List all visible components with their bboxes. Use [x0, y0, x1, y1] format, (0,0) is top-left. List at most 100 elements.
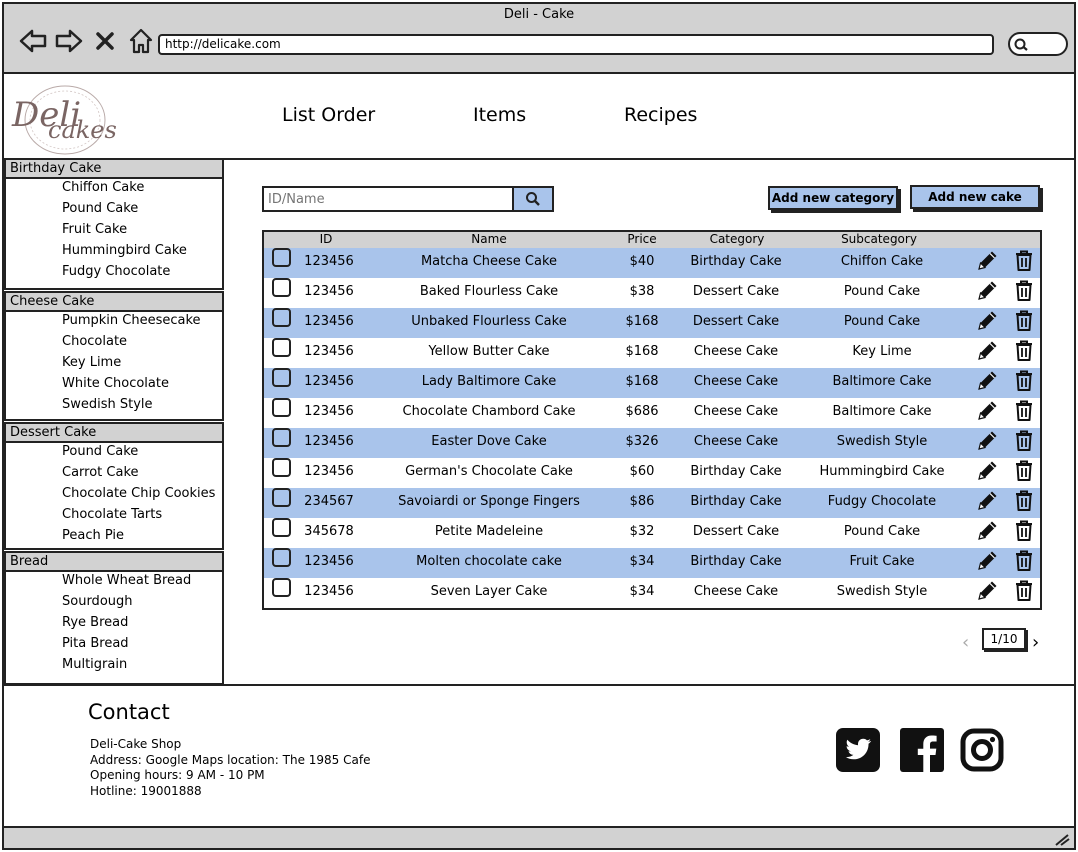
subcategory-item[interactable]: Peach Pie — [6, 527, 222, 548]
edit-pencil-icon[interactable] — [976, 278, 1000, 302]
row-checkbox[interactable] — [272, 488, 291, 507]
edit-pencil-icon[interactable] — [976, 488, 1000, 512]
nav-items[interactable]: Items — [473, 104, 624, 126]
delete-trash-icon[interactable] — [1012, 398, 1036, 422]
subcategory-item[interactable]: Chiffon Cake — [6, 179, 222, 200]
browser-chrome: Deli - Cake http://delicake.com — [2, 2, 1076, 74]
delete-trash-icon[interactable] — [1012, 278, 1036, 302]
row-checkbox[interactable] — [272, 458, 291, 477]
search-button[interactable] — [512, 186, 554, 212]
prev-page-icon[interactable]: ‹ — [962, 632, 969, 653]
add-cake-button[interactable]: Add new cake — [910, 185, 1040, 209]
row-subcategory: Pound Cake — [843, 284, 921, 299]
subcategory-item[interactable]: Key Lime — [6, 354, 222, 375]
subcategory-item[interactable]: White Chocolate — [6, 375, 222, 396]
table-row[interactable]: 234567 Savoiardi or Sponge Fingers $86 Birt… — [264, 488, 1040, 518]
edit-pencil-icon[interactable] — [976, 428, 1000, 452]
subcategory-item[interactable]: Pumpkin Cheesecake — [6, 312, 222, 333]
category-group-dessert-cake: Dessert Cake Pound Cake Carrot Cake Choc… — [4, 422, 224, 550]
table-row[interactable]: 345678 Petite Madeleine $32 Dessert Cake Pou… — [264, 518, 1040, 548]
subcategory-item[interactable]: Swedish Style — [6, 396, 222, 417]
facebook-icon[interactable] — [900, 728, 944, 772]
row-subcategory: Baltimore Cake — [832, 374, 932, 389]
delete-trash-icon[interactable] — [1012, 368, 1036, 392]
subcategory-item[interactable]: Hummingbird Cake — [6, 242, 222, 263]
category-header[interactable]: Bread — [6, 553, 222, 572]
edit-pencil-icon[interactable] — [976, 518, 1000, 542]
back-icon[interactable] — [18, 26, 48, 56]
row-checkbox[interactable] — [272, 248, 291, 267]
resize-grip-icon[interactable] — [1054, 832, 1070, 846]
delete-trash-icon[interactable] — [1012, 518, 1036, 542]
table-row[interactable]: 123456 German's Chocolate Cake $60 Birthday… — [264, 458, 1040, 488]
category-header[interactable]: Cheese Cake — [6, 293, 222, 312]
subcategory-item[interactable]: Rye Bread — [6, 614, 222, 635]
category-header[interactable]: Birthday Cake — [6, 160, 222, 179]
edit-pencil-icon[interactable] — [976, 398, 1000, 422]
table-row[interactable]: 123456 Chocolate Chambord Cake $686 Cheese … — [264, 398, 1040, 428]
close-icon[interactable] — [90, 26, 120, 56]
subcategory-item[interactable]: Pound Cake — [6, 443, 222, 464]
table-row[interactable]: 123456 Matcha Cheese Cake $40 Birthday Cake… — [264, 248, 1040, 278]
footer: Contact Deli-Cake Shop Address: Google M… — [4, 684, 1074, 824]
subcategory-item[interactable]: Pound Cake — [6, 200, 222, 221]
row-checkbox[interactable] — [272, 578, 291, 597]
edit-pencil-icon[interactable] — [976, 458, 1000, 482]
row-checkbox[interactable] — [272, 308, 291, 327]
add-category-button[interactable]: Add new category — [768, 186, 898, 210]
edit-pencil-icon[interactable] — [976, 308, 1000, 332]
row-name: Seven Layer Cake — [430, 584, 548, 599]
row-checkbox[interactable] — [272, 548, 291, 567]
row-name: Easter Dove Cake — [431, 434, 547, 449]
edit-pencil-icon[interactable] — [976, 578, 1000, 602]
url-bar[interactable]: http://delicake.com — [158, 34, 994, 55]
table-row[interactable]: 123456 Lady Baltimore Cake $168 Cheese Cake… — [264, 368, 1040, 398]
table-row[interactable]: 123456 Unbaked Flourless Cake $168 Dessert … — [264, 308, 1040, 338]
table-row[interactable]: 123456 Easter Dove Cake $326 Cheese Cake Swe… — [264, 428, 1040, 458]
nav-list-order[interactable]: List Order — [282, 104, 473, 126]
subcategory-item[interactable]: Multigrain — [6, 656, 222, 677]
edit-pencil-icon[interactable] — [976, 338, 1000, 362]
table-row[interactable]: 123456 Baked Flourless Cake $38 Dessert Cak… — [264, 278, 1040, 308]
subcategory-item[interactable]: Fruit Cake — [6, 221, 222, 242]
home-icon[interactable] — [126, 26, 156, 56]
subcategory-item[interactable]: Fudgy Chocolate — [6, 263, 222, 284]
category-header[interactable]: Dessert Cake — [6, 424, 222, 443]
delete-trash-icon[interactable] — [1012, 488, 1036, 512]
instagram-icon[interactable] — [960, 728, 1004, 772]
row-checkbox[interactable] — [272, 518, 291, 537]
row-checkbox[interactable] — [272, 278, 291, 297]
delete-trash-icon[interactable] — [1012, 308, 1036, 332]
delete-trash-icon[interactable] — [1012, 548, 1036, 572]
subcategory-item[interactable]: Chocolate Chip Cookies — [6, 485, 222, 506]
deli-cakes-logo[interactable]: Deli cakes — [8, 82, 122, 158]
cake-search-input[interactable] — [262, 186, 514, 212]
edit-pencil-icon[interactable] — [976, 248, 1000, 272]
row-checkbox[interactable] — [272, 428, 291, 447]
delete-trash-icon[interactable] — [1012, 458, 1036, 482]
subcategory-item[interactable]: Whole Wheat Bread — [6, 572, 222, 593]
next-page-icon[interactable]: › — [1032, 632, 1039, 653]
subcategory-item[interactable]: Carrot Cake — [6, 464, 222, 485]
forward-icon[interactable] — [54, 26, 84, 56]
subcategory-item[interactable]: Sourdough — [6, 593, 222, 614]
subcategory-item[interactable]: Chocolate Tarts — [6, 506, 222, 527]
browser-search-field[interactable] — [1008, 32, 1068, 56]
subcategory-item[interactable]: Pita Bread — [6, 635, 222, 656]
edit-pencil-icon[interactable] — [976, 368, 1000, 392]
subcategory-item[interactable]: Chocolate — [6, 333, 222, 354]
delete-trash-icon[interactable] — [1012, 338, 1036, 362]
table-row[interactable]: 123456 Yellow Butter Cake $168 Cheese Cake K… — [264, 338, 1040, 368]
delete-trash-icon[interactable] — [1012, 248, 1036, 272]
twitter-icon[interactable] — [836, 728, 880, 772]
nav-recipes[interactable]: Recipes — [624, 104, 697, 126]
delete-trash-icon[interactable] — [1012, 428, 1036, 452]
delete-trash-icon[interactable] — [1012, 578, 1036, 602]
table-row[interactable]: 123456 Molten chocolate cake $34 Birthday C… — [264, 548, 1040, 578]
edit-pencil-icon[interactable] — [976, 548, 1000, 572]
row-category: Birthday Cake — [690, 494, 782, 509]
row-checkbox[interactable] — [272, 338, 291, 357]
table-row[interactable]: 123456 Seven Layer Cake $34 Cheese Cake Swed… — [264, 578, 1040, 608]
row-checkbox[interactable] — [272, 398, 291, 417]
row-checkbox[interactable] — [272, 368, 291, 387]
